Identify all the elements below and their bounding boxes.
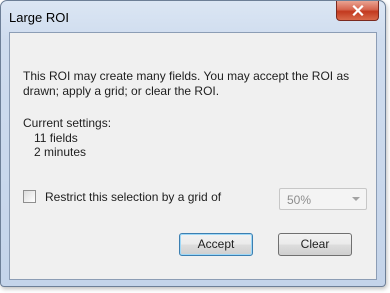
current-settings-label: Current settings:	[23, 116, 112, 130]
restrict-label[interactable]: Restrict this selection by a grid of	[45, 190, 221, 204]
clear-button[interactable]: Clear	[278, 233, 352, 256]
dialog-body: This ROI may create many fields. You may…	[9, 32, 377, 280]
title-bar[interactable]: Large ROI	[1, 1, 385, 31]
grid-size-value: 50%	[287, 193, 312, 207]
close-button[interactable]	[336, 1, 379, 21]
accept-button[interactable]: Accept	[179, 233, 253, 256]
grid-size-select[interactable]: 50%	[279, 188, 367, 210]
restrict-checkbox[interactable]	[23, 190, 36, 203]
dialog-window: Large ROI This ROI may create many field…	[0, 0, 386, 287]
setting-fields: 11 fields	[34, 131, 78, 145]
dialog-title: Large ROI	[9, 10, 69, 25]
restrict-row: Restrict this selection by a grid of 50%	[23, 188, 373, 210]
message-text: This ROI may create many fields. You may…	[23, 69, 350, 98]
chevron-down-icon	[352, 197, 360, 201]
close-icon	[351, 5, 364, 16]
setting-duration: 2 minutes	[34, 145, 87, 159]
